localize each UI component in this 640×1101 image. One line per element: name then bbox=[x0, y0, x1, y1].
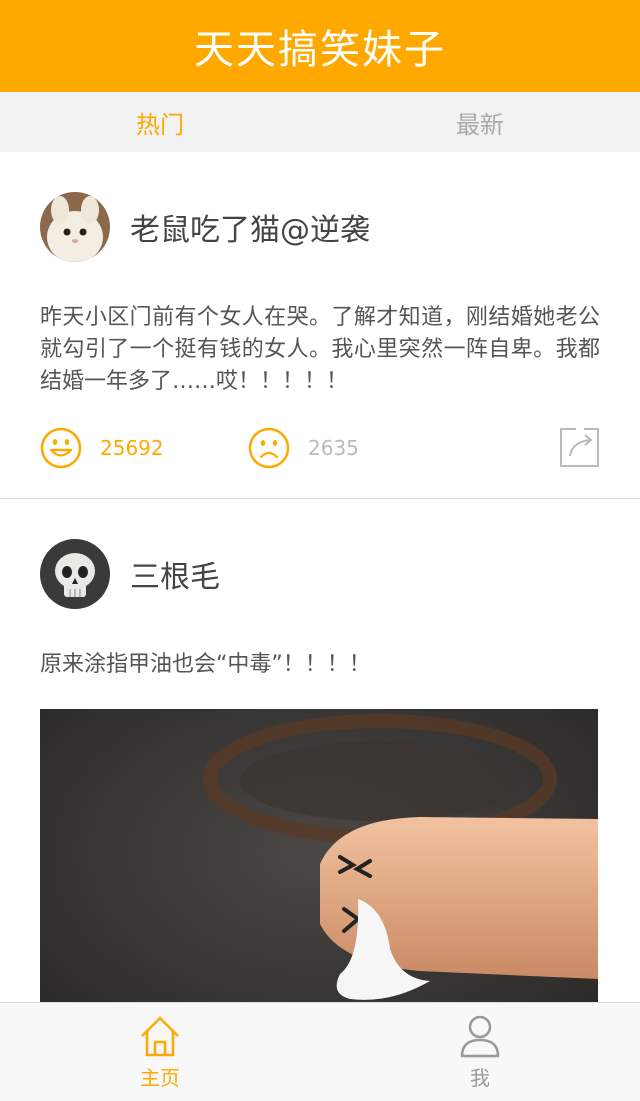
smile-icon bbox=[40, 427, 82, 469]
post-card: 三根毛 原来涂指甲油也会“中毒”！！！！ bbox=[0, 499, 640, 1002]
app-title: 天天搞笑妹子 bbox=[194, 27, 446, 73]
like-button[interactable]: 25692 bbox=[40, 427, 248, 469]
dislike-button[interactable]: 2635 bbox=[248, 427, 456, 469]
tab-latest[interactable]: 最新 bbox=[320, 92, 640, 152]
sad-icon bbox=[248, 427, 290, 469]
home-icon bbox=[141, 1016, 179, 1056]
post-text: 昨天小区门前有个女人在哭。了解才知道，刚结婚她老公就勾引了一个挺有钱的女人。我心… bbox=[40, 305, 600, 394]
post-header: 三根毛 bbox=[40, 499, 600, 649]
like-count: 25692 bbox=[100, 436, 164, 460]
username[interactable]: 老鼠吃了猫@逆袭 bbox=[130, 205, 370, 249]
post-text: 原来涂指甲油也会“中毒”！！！！ bbox=[40, 652, 371, 677]
reactions-bar: 25692 2635 bbox=[40, 398, 600, 498]
app-header: 天天搞笑妹子 bbox=[0, 0, 640, 92]
rabbit-avatar-icon bbox=[40, 192, 110, 262]
nav-home[interactable]: 主页 bbox=[0, 1003, 320, 1101]
username[interactable]: 三根毛 bbox=[130, 552, 220, 596]
tab-hot[interactable]: 热门 bbox=[0, 92, 320, 152]
user-icon bbox=[460, 1015, 500, 1057]
post-image[interactable] bbox=[40, 709, 598, 1002]
nav-me[interactable]: 我 bbox=[320, 1003, 640, 1101]
finger-photo bbox=[40, 709, 598, 1002]
share-icon[interactable] bbox=[558, 426, 600, 468]
nav-home-label: 主页 bbox=[140, 1065, 180, 1090]
bottom-nav: 主页 我 bbox=[0, 1002, 640, 1101]
avatar[interactable] bbox=[40, 192, 110, 262]
dislike-count: 2635 bbox=[308, 436, 359, 460]
post-header: 老鼠吃了猫@逆袭 bbox=[40, 152, 600, 302]
nav-me-label: 我 bbox=[470, 1065, 490, 1090]
avatar[interactable] bbox=[40, 539, 110, 609]
tab-bar: 热门 最新 bbox=[0, 92, 640, 152]
skull-avatar-icon bbox=[40, 539, 110, 609]
post-card: 老鼠吃了猫@逆袭 昨天小区门前有个女人在哭。了解才知道，刚结婚她老公就勾引了一个… bbox=[0, 152, 640, 498]
feed[interactable]: 老鼠吃了猫@逆袭 昨天小区门前有个女人在哭。了解才知道，刚结婚她老公就勾引了一个… bbox=[0, 152, 640, 1002]
